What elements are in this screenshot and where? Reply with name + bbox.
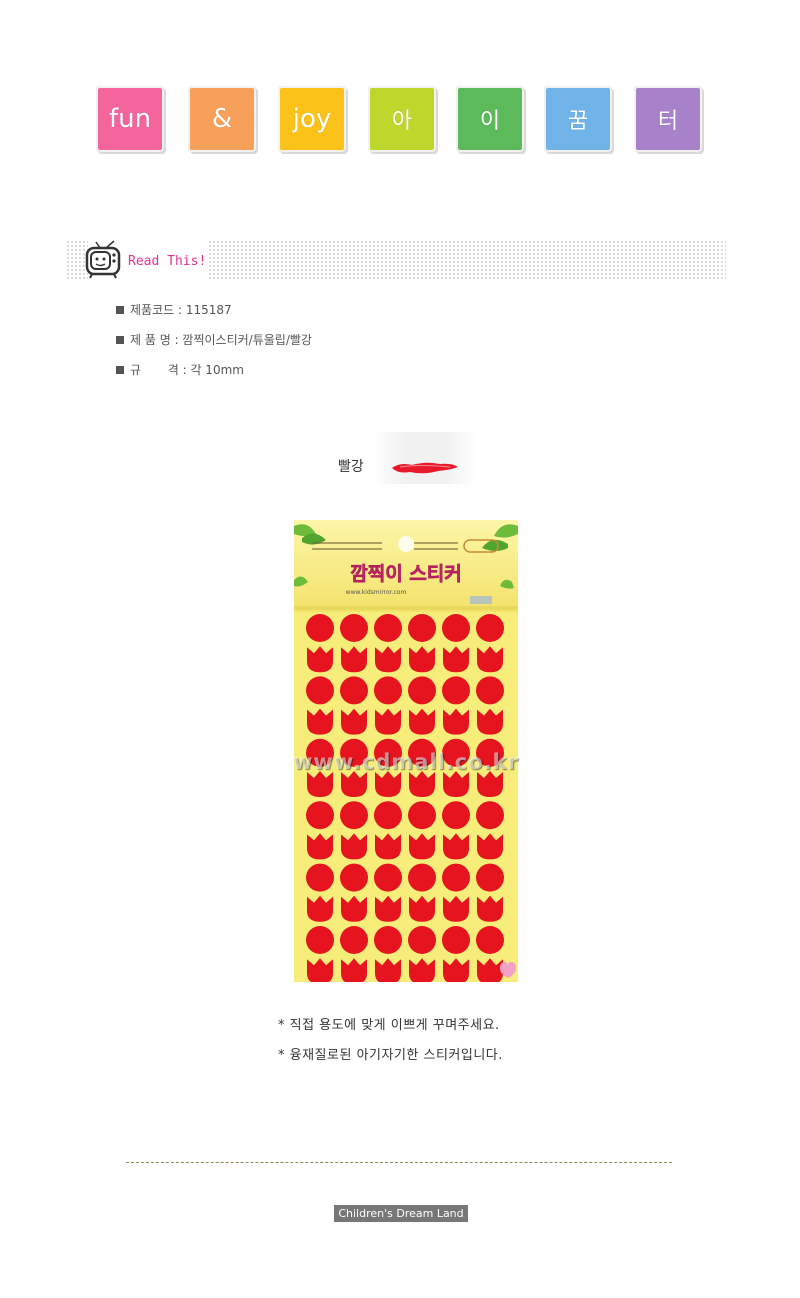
round-sticker [442,614,470,642]
note-2: * 융재질로된 아기자기한 스티커입니다. [278,1048,503,1063]
spec-size: 규 격 : 각 10mm [116,362,312,392]
round-sticker [442,801,470,830]
tile-fun: fun [96,86,164,152]
tile-teo: 터 [634,86,702,152]
round-sticker [306,676,334,705]
spec-name-text: 제 품 명 : 깜찍이스티커/튜울립/빨강 [130,333,312,347]
round-sticker [408,614,436,642]
tile-i: 이 [456,86,524,152]
tile-a-text: 아 [391,109,413,134]
round-sticker [374,676,402,705]
spec-size-text: 규 격 : 각 10mm [130,363,244,377]
round-sticker [476,801,504,830]
tile-i-text: 이 [479,109,501,134]
divider [126,1162,672,1163]
round-sticker [340,614,368,642]
round-sticker [374,801,402,830]
round-sticker [340,863,368,892]
read-this-label: Read This! [128,254,207,269]
spec-name: 제 품 명 : 깜찍이스티커/튜울립/빨강 [116,332,312,362]
note-1: * 직접 용도에 맞게 이쁘게 꾸며주세요. [278,1018,500,1033]
round-sticker [306,614,334,642]
header-tiles: fun & joy 아 이 꿈 터 [96,86,704,156]
tile-ampersand-text: & [211,104,233,134]
sticker-sheet-url: www.kidsmirror.com [346,589,407,596]
tile-kkum-text: 꿈 [567,109,589,134]
tile-kkum: 꿈 [544,86,612,152]
tv-icon [85,240,121,279]
round-sticker [476,926,504,954]
square-bullet-icon [116,336,124,344]
square-bullet-icon [116,306,124,314]
round-sticker [340,801,368,830]
tile-joy: joy [278,86,346,152]
red-swatch-icon [392,462,458,474]
spec-code: 제품코드 : 115187 [116,302,312,332]
round-sticker [476,676,504,705]
tile-fun-text: fun [108,104,152,134]
color-option-label: 빨강 [338,459,364,475]
round-sticker [306,863,334,892]
footer-badge: Children's Dream Land [334,1205,468,1222]
round-sticker [408,801,436,830]
round-sticker [306,801,334,830]
round-sticker [442,863,470,892]
round-sticker [306,926,334,954]
tile-a: 아 [368,86,436,152]
round-sticker [340,676,368,705]
square-bullet-icon [116,366,124,374]
tile-teo-text: 터 [657,109,679,134]
round-sticker [408,863,436,892]
round-sticker [476,863,504,892]
round-sticker [442,926,470,954]
notes: * 직접 용도에 맞게 이쁘게 꾸며주세요. * 융재질로된 아기자기한 스티커… [278,1014,503,1074]
tile-ampersand: & [188,86,256,152]
round-sticker [374,614,402,642]
watermark: www.cdmall.co.kr [293,750,519,774]
product-specs: 제품코드 : 115187 제 품 명 : 깜찍이스티커/튜울립/빨강 규 격 … [116,302,312,392]
dotted-pattern-right [208,240,726,280]
sticker-sheet-title: 깜찍이 스티커 [350,563,462,585]
round-sticker [340,926,368,954]
round-sticker [408,926,436,954]
read-this-bar: Read This! [66,240,726,280]
round-sticker [442,676,470,705]
round-sticker [374,863,402,892]
spec-code-text: 제품코드 : 115187 [130,303,232,317]
round-sticker [374,926,402,954]
round-sticker [408,676,436,705]
tile-joy-text: joy [292,104,332,134]
round-sticker [476,614,504,642]
